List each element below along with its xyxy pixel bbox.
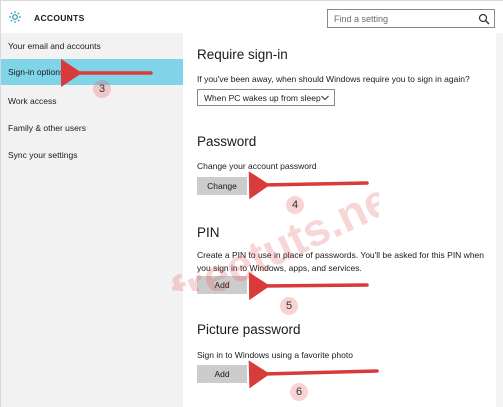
sidebar-item-signin-options[interactable]: Sign-in options (1, 59, 183, 85)
search-box[interactable]: Find a setting (327, 9, 495, 28)
scrollbar[interactable] (496, 33, 503, 407)
search-input[interactable]: Find a setting (334, 14, 388, 24)
sidebar-item-work-access[interactable]: Work access (1, 88, 183, 114)
require-signin-dropdown[interactable]: When PC wakes up from sleep (197, 89, 335, 106)
sidebar-item-sync-settings[interactable]: Sync your settings (1, 142, 183, 168)
section-title-picture-password: Picture password (197, 322, 301, 337)
section-desc-picture-password: Sign in to Windows using a favorite phot… (197, 350, 353, 360)
add-pin-button[interactable]: Add (197, 276, 247, 294)
header: ACCOUNTS Find a setting (1, 1, 503, 33)
step-badge-3: 3 (93, 80, 111, 98)
sidebar-item-label: Sync your settings (8, 150, 78, 160)
dropdown-value: When PC wakes up from sleep (204, 93, 321, 103)
step-badge-4: 4 (286, 196, 304, 214)
sidebar-item-label: Family & other users (8, 123, 86, 133)
section-desc-password: Change your account password (197, 161, 317, 171)
chevron-down-icon (321, 95, 329, 101)
step-badge-6: 6 (290, 383, 308, 401)
section-title-require-signin: Require sign-in (197, 47, 288, 62)
sidebar-item-email-accounts[interactable]: Your email and accounts (1, 33, 183, 59)
sidebar-item-label: Your email and accounts (8, 41, 101, 51)
section-title-pin: PIN (197, 225, 220, 240)
settings-window: ACCOUNTS Find a setting Your email and a… (0, 0, 503, 407)
sidebar: Your email and accounts Sign-in options … (1, 33, 183, 407)
change-password-button[interactable]: Change (197, 177, 247, 195)
page-title: ACCOUNTS (34, 13, 85, 23)
section-title-password: Password (197, 134, 257, 149)
sidebar-item-label: Work access (8, 96, 57, 106)
step-badge-5: 5 (280, 297, 298, 315)
add-picture-password-button[interactable]: Add (197, 365, 247, 383)
gear-icon (9, 11, 21, 23)
sidebar-item-label: Sign-in options (8, 67, 65, 77)
sidebar-item-family-users[interactable]: Family & other users (1, 115, 183, 141)
search-icon[interactable] (478, 13, 490, 25)
main-content: Require sign-in If you've been away, whe… (183, 33, 503, 407)
section-desc-require-signin: If you've been away, when should Windows… (197, 74, 470, 84)
section-desc-pin: Create a PIN to use in place of password… (197, 250, 485, 273)
